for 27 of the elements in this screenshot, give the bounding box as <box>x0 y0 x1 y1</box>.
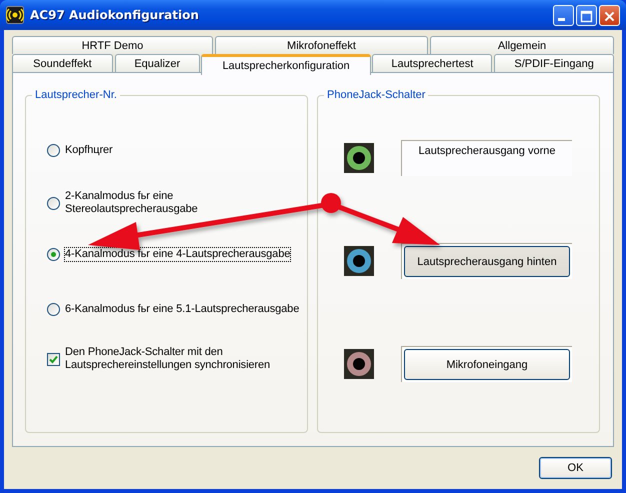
radio-label[interactable]: 2-Kanalmodus fьr eine Stereolautsprecherausgabe <box>64 189 307 217</box>
maximize-button[interactable] <box>576 4 597 26</box>
tab[interactable]: Soundeffekt <box>12 54 113 72</box>
ok-button[interactable]: OK <box>539 457 612 479</box>
radio-button[interactable] <box>47 196 60 210</box>
jack-button[interactable]: Lautsprecherausgang hinten <box>404 246 570 277</box>
speaker-icon <box>6 6 24 24</box>
checkbox-label[interactable]: Den PhoneJack-Schalter mit den Lautsprechereinstellungen synchronisieren <box>64 345 307 373</box>
tab[interactable]: Lautsprechertest <box>372 54 492 72</box>
radio-label[interactable]: Kopfhцrer <box>64 142 114 158</box>
tab[interactable]: HRTF Demo <box>12 36 213 54</box>
radio-button[interactable] <box>47 144 60 156</box>
tab[interactable]: Lautsprecherkonfiguration <box>200 54 372 75</box>
radio-button[interactable] <box>47 302 60 316</box>
radio-label[interactable]: 6-Kanalmodus fьr eine 5.1-Lautsprecherausgabe <box>64 302 300 316</box>
window-title: AC97 Audiokonfiguration <box>30 8 200 22</box>
jack-button[interactable]: Mikrofoneingang <box>404 349 570 380</box>
radio-button[interactable] <box>47 248 60 260</box>
minimize-button[interactable] <box>553 4 574 26</box>
group-title: Lautsprecher-Nr. <box>32 88 120 102</box>
tab[interactable]: S/PDIF-Eingang <box>494 54 614 72</box>
tab[interactable]: Equalizer <box>114 54 200 72</box>
minimize-icon <box>558 18 565 20</box>
tab[interactable]: Allgemein <box>430 36 614 54</box>
tab[interactable]: Mikrofoneffekt <box>215 36 428 54</box>
checkbox[interactable] <box>47 352 60 366</box>
close-button[interactable] <box>599 4 620 26</box>
